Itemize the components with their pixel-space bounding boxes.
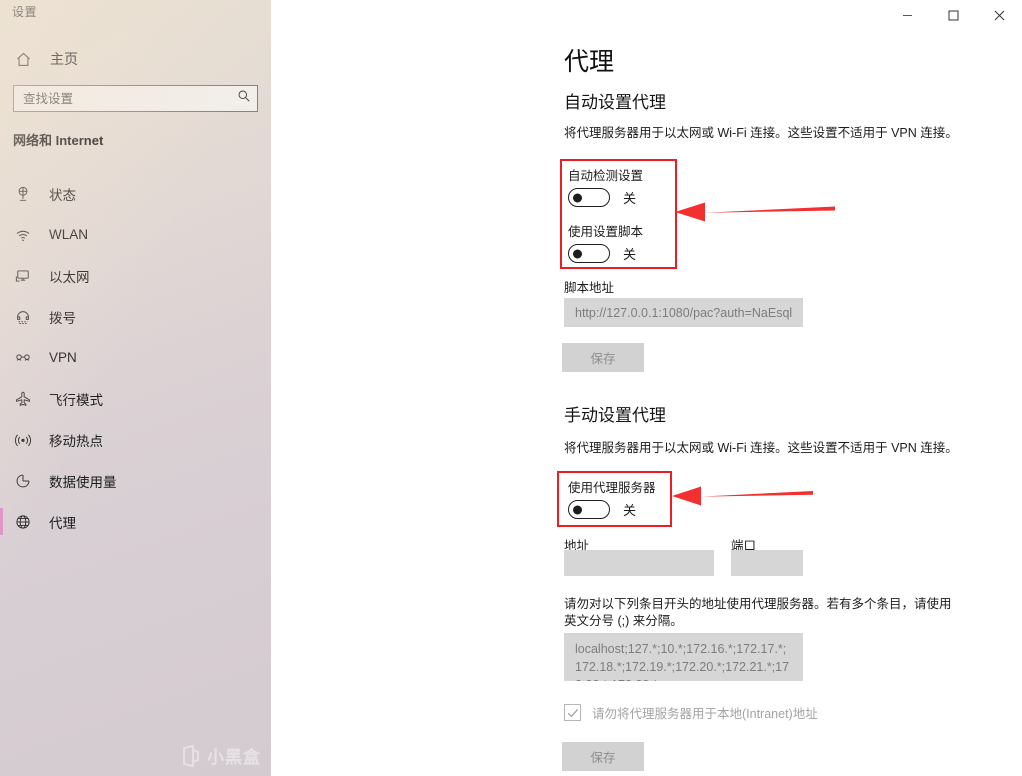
status-icon	[13, 184, 33, 204]
main-content: ? 获取帮助 提供反馈 代理 自动设置代理 将代理服务器用于以太网或	[271, 0, 1022, 776]
manual-save-button[interactable]: 保存	[562, 742, 644, 771]
maximize-button[interactable]	[930, 0, 976, 30]
wifi-icon	[13, 225, 33, 245]
vpn-icon	[13, 348, 33, 368]
sidebar-item-proxy[interactable]: 代理	[0, 501, 271, 542]
globe-icon	[13, 512, 33, 532]
dialup-icon	[13, 307, 33, 327]
sidebar-item-label: 代理	[49, 515, 76, 531]
bypass-description: 请勿对以下列条目开头的地址使用代理服务器。若有多个条目，请使用英文分号 (;) …	[564, 597, 952, 628]
auto-save-button[interactable]: 保存	[562, 343, 644, 372]
sidebar-item-vpn[interactable]: VPN	[0, 337, 271, 378]
sidebar-item-mobile-hotspot[interactable]: 移动热点	[0, 419, 271, 460]
sidebar-item-data-usage[interactable]: 数据使用量	[0, 460, 271, 501]
airplane-icon	[13, 389, 33, 409]
search-box[interactable]	[13, 85, 258, 112]
search-input[interactable]	[23, 91, 237, 106]
auto-detect-toggle[interactable]	[568, 188, 610, 207]
use-script-state: 关	[623, 247, 637, 262]
hotspot-icon	[13, 430, 33, 450]
script-address-label: 脚本地址	[564, 281, 615, 295]
sidebar-item-ethernet[interactable]: 以太网	[0, 255, 271, 296]
datausage-icon	[13, 471, 33, 491]
use-script-toggle[interactable]	[568, 244, 610, 263]
sidebar-item-status[interactable]: 状态	[0, 173, 271, 214]
sidebar-item-airplane-mode[interactable]: 飞行模式	[0, 378, 271, 419]
use-script-label: 使用设置脚本	[568, 225, 644, 239]
sidebar-item-label: 移动热点	[49, 433, 103, 449]
use-script-toggle-row: 关	[568, 244, 636, 263]
bypass-local-label: 请勿将代理服务器用于本地(Intranet)地址	[592, 707, 818, 721]
arrow-to-auto-settings	[675, 202, 835, 222]
sidebar-nav-list: 状态 WLAN 以太网 拨号 VPN 飞行模式 移动热点 数据使用量 代理	[0, 173, 271, 542]
sidebar-item-label: 飞行模式	[49, 392, 103, 408]
watermark: 小黑盒	[180, 743, 261, 768]
address-input[interactable]	[564, 550, 714, 576]
auto-proxy-heading: 自动设置代理	[564, 93, 666, 112]
search-icon	[237, 89, 251, 108]
use-proxy-toggle-row: 关	[568, 500, 636, 519]
ethernet-icon	[13, 266, 33, 286]
sidebar-item-label: VPN	[49, 350, 77, 365]
close-button[interactable]	[976, 0, 1022, 30]
use-proxy-state: 关	[623, 503, 637, 518]
auto-proxy-description: 将代理服务器用于以太网或 Wi-Fi 连接。这些设置不适用于 VPN 连接。	[564, 126, 958, 140]
sidebar-item-label: 数据使用量	[49, 474, 117, 490]
settings-window: 设置 主页 网络和 Internet	[0, 0, 1022, 776]
sidebar-item-label: 以太网	[49, 269, 90, 285]
manual-proxy-heading: 手动设置代理	[564, 406, 666, 425]
page-title: 代理	[564, 48, 615, 76]
app-title: 设置	[12, 5, 38, 19]
arrow-to-use-proxy	[672, 486, 813, 506]
bypass-local-row: 请勿将代理服务器用于本地(Intranet)地址	[564, 703, 818, 722]
sidebar-item-home[interactable]: 主页	[0, 44, 271, 74]
watermark-text: 小黑盒	[207, 748, 261, 767]
sidebar-item-label: 拨号	[49, 310, 76, 326]
sidebar-item-label: 状态	[49, 187, 76, 203]
sidebar: 设置 主页 网络和 Internet	[0, 0, 271, 776]
port-input[interactable]	[731, 550, 803, 576]
sidebar-item-label: WLAN	[49, 227, 89, 242]
bypass-local-checkbox[interactable]	[564, 704, 581, 721]
use-proxy-label: 使用代理服务器	[568, 481, 656, 495]
auto-detect-label: 自动检测设置	[568, 169, 644, 183]
script-address-input[interactable]	[564, 298, 803, 327]
auto-detect-state: 关	[623, 191, 637, 206]
bypass-list-input[interactable]: localhost;127.*;10.*;172.16.*;172.17.*;1…	[564, 633, 803, 681]
sidebar-item-dialup[interactable]: 拨号	[0, 296, 271, 337]
minimize-button[interactable]	[884, 0, 930, 30]
sidebar-category-title: 网络和 Internet	[13, 133, 104, 148]
manual-proxy-description: 将代理服务器用于以太网或 Wi-Fi 连接。这些设置不适用于 VPN 连接。	[564, 441, 958, 455]
home-label: 主页	[50, 51, 78, 67]
home-icon	[13, 49, 33, 69]
window-controls	[884, 0, 1022, 30]
sidebar-item-wlan[interactable]: WLAN	[0, 214, 271, 255]
auto-detect-toggle-row: 关	[568, 188, 636, 207]
use-proxy-toggle[interactable]	[568, 500, 610, 519]
